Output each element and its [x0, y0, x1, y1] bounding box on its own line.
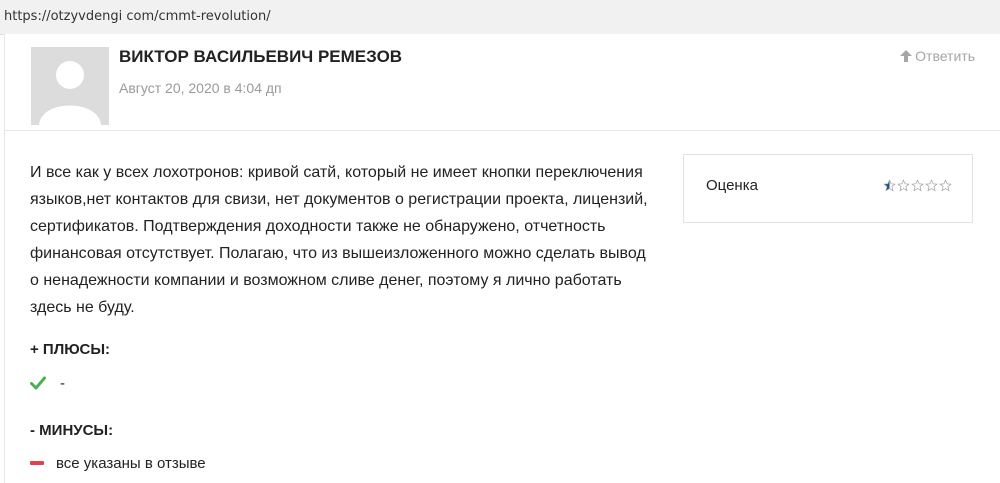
reply-label: Ответить [915, 48, 975, 64]
rating-box: Оценка [683, 154, 973, 223]
arrow-up-icon [900, 50, 913, 62]
comment-date: Август 20, 2020 в 4:04 дп [119, 80, 282, 96]
star-empty-icon [939, 179, 952, 192]
pros-item-text: - [60, 374, 65, 392]
address-bar[interactable]: https://otzyvdengi com/cmmt-revolution/ [0, 0, 1000, 35]
check-icon [30, 376, 46, 390]
star-empty-icon [925, 179, 938, 192]
reply-button[interactable]: Ответить [899, 48, 975, 64]
url-text[interactable]: https://otzyvdengi com/cmmt-revolution/ [4, 9, 271, 24]
cons-title: - МИНУСЫ: [30, 422, 114, 439]
star-empty-icon [897, 179, 910, 192]
rating-label: Оценка [706, 177, 758, 194]
author-name: ВИКТОР ВАСИЛЬЕВИЧ РЕМЕЗОВ [119, 47, 403, 66]
pros-title: + ПЛЮСЫ: [30, 341, 111, 358]
comment-header: ВИКТОР ВАСИЛЬЕВИЧ РЕМЕЗОВ Август 20, 202… [5, 34, 1000, 131]
star-half-icon [883, 179, 896, 192]
avatar [31, 47, 109, 125]
rating-stars [883, 179, 952, 192]
cons-item-text: все указаны в отзыве [56, 454, 206, 472]
user-silhouette-icon [31, 47, 109, 125]
minus-icon [30, 461, 44, 465]
pros-item: - [30, 372, 65, 394]
comment-card: ВИКТОР ВАСИЛЬЕВИЧ РЕМЕЗОВ Август 20, 202… [4, 34, 1000, 483]
star-empty-icon [911, 179, 924, 192]
cons-item: все указаны в отзыве [30, 452, 206, 474]
comment-text: И все как у всех лохотронов: кривой сатй… [30, 164, 648, 316]
